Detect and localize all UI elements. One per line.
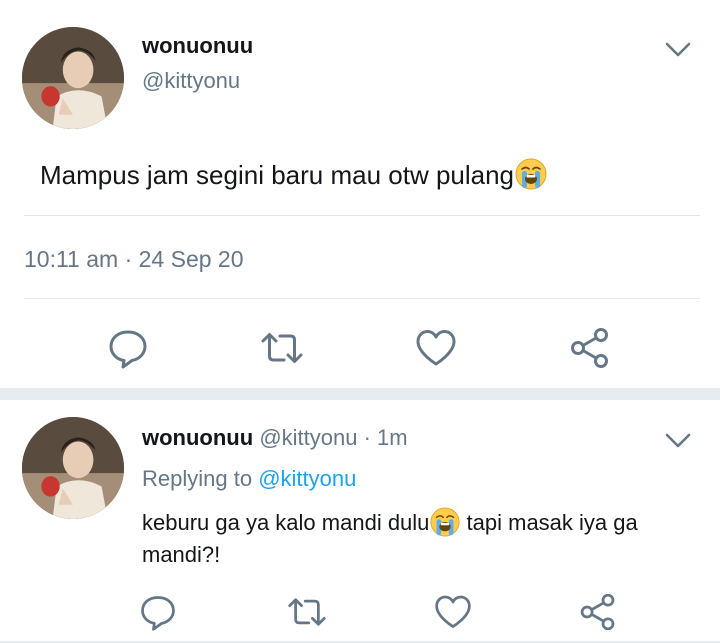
- like-icon[interactable]: [433, 592, 473, 632]
- tweet-timestamp[interactable]: 10:11 am · 24 Sep 20: [24, 246, 244, 273]
- chevron-down-icon[interactable]: [665, 42, 691, 58]
- retweet-icon[interactable]: [287, 592, 327, 632]
- handle-and-time: @kittyonu · 1m: [259, 425, 408, 450]
- like-icon[interactable]: [414, 326, 458, 370]
- tweet-text-part-1: keburu ga ya kalo mandi dulu: [142, 510, 430, 535]
- replying-to-handle-link[interactable]: @kittyonu: [258, 466, 356, 491]
- display-name[interactable]: wonuonuu: [142, 33, 253, 59]
- main-tweet: wonuonuu @kittyonu Mampus jam segini bar…: [0, 0, 720, 388]
- reply-icon[interactable]: [106, 326, 150, 370]
- share-icon[interactable]: [578, 592, 618, 632]
- chevron-down-icon[interactable]: [665, 433, 691, 449]
- tweet-text: Mampus jam segini baru mau otw pulang: [40, 158, 547, 191]
- reply-icon[interactable]: [138, 592, 178, 632]
- retweet-icon[interactable]: [260, 326, 304, 370]
- tweet-text-content: Mampus jam segini baru mau otw pulang: [40, 160, 515, 190]
- loudly-crying-face-icon: [515, 158, 547, 190]
- replying-to-label: Replying to: [142, 466, 259, 491]
- loudly-crying-face-icon: [430, 507, 460, 537]
- divider: [24, 215, 700, 216]
- tweet-text: keburu ga ya kalo mandi dulu tapi masak …: [142, 507, 702, 571]
- replying-to: Replying to @kittyonu: [142, 466, 356, 492]
- tweet-separator: [0, 388, 720, 400]
- share-icon[interactable]: [568, 326, 612, 370]
- display-name[interactable]: wonuonuu: [142, 425, 253, 450]
- avatar[interactable]: [22, 417, 124, 519]
- reply-header: wonuonuu @kittyonu · 1m: [142, 425, 408, 451]
- user-handle[interactable]: @kittyonu: [142, 68, 240, 94]
- avatar[interactable]: [22, 27, 124, 129]
- divider: [24, 298, 700, 299]
